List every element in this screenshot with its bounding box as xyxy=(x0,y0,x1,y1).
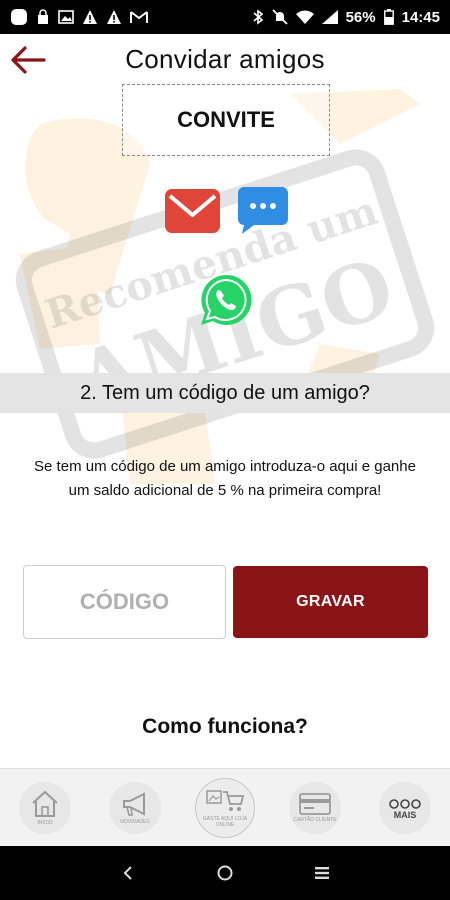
megaphone-icon xyxy=(123,791,145,816)
nav-label-home: INÍCIO xyxy=(37,819,53,826)
nav-item-news[interactable]: NOVIDADES xyxy=(100,781,170,834)
invite-label: CONVITE xyxy=(177,107,275,132)
card-icon xyxy=(299,792,331,815)
friend-code-input[interactable] xyxy=(23,565,226,639)
system-back-button[interactable] xyxy=(108,853,148,893)
system-home-button[interactable] xyxy=(205,853,245,893)
nav-item-more[interactable]: MAIS xyxy=(370,781,440,834)
invite-code-box[interactable]: CONVITE xyxy=(122,84,330,156)
share-sms-button[interactable] xyxy=(238,187,288,240)
nav-item-card[interactable]: CARTÃO CLIENTE xyxy=(280,781,350,834)
warning-icon-2 xyxy=(106,9,122,25)
nav-label-news: NOVIDADES xyxy=(120,818,150,825)
notification-bubble-icon xyxy=(10,8,28,26)
message-icon xyxy=(238,187,288,234)
clock: 14:45 xyxy=(401,8,440,26)
share-email-button[interactable] xyxy=(165,189,220,238)
back-button[interactable] xyxy=(8,40,48,80)
status-bar: 56% 14:45 xyxy=(0,0,450,34)
how-it-works-link[interactable]: Como funciona? xyxy=(0,715,450,739)
warning-icon xyxy=(82,9,98,25)
menu-lines-icon xyxy=(314,867,329,879)
nav-item-shop[interactable]: GASTE AQUI LOJA ONLINE xyxy=(190,777,260,838)
gmail-icon xyxy=(130,10,148,24)
nav-label-shop: GASTE AQUI LOJA ONLINE xyxy=(202,815,248,828)
wifi-icon xyxy=(295,10,314,24)
app-header: Convidar amigos xyxy=(0,34,450,84)
bottom-navigation: INÍCIO NOVIDADES GASTE AQUI LOJA ONLINE xyxy=(0,768,450,846)
bluetooth-icon xyxy=(252,9,264,25)
battery-icon xyxy=(383,9,394,25)
system-navigation-bar xyxy=(0,846,450,900)
chevron-left-icon xyxy=(123,866,133,880)
friend-code-description: Se tem um código de um amigo introduza-o… xyxy=(34,458,416,499)
signal-icon xyxy=(321,10,338,24)
circle-icon xyxy=(217,865,233,881)
section-heading-friend-code: 2. Tem um código de um amigo? xyxy=(0,373,450,413)
image-icon xyxy=(58,9,74,25)
email-icon xyxy=(165,189,220,233)
nav-label-card: CARTÃO CLIENTE xyxy=(293,816,337,823)
share-whatsapp-button[interactable] xyxy=(198,272,254,333)
page-title: Convidar amigos xyxy=(125,43,325,74)
home-icon xyxy=(32,790,58,817)
bag-icon xyxy=(36,9,50,25)
cart-icon xyxy=(206,789,245,811)
system-recents-button[interactable] xyxy=(302,853,342,893)
mute-icon xyxy=(271,9,288,25)
save-button[interactable]: GRAVAR xyxy=(233,566,428,638)
battery-percent: 56% xyxy=(345,8,376,26)
nav-label-more: MAIS xyxy=(393,809,417,820)
more-icon xyxy=(389,798,421,809)
arrow-left-icon xyxy=(11,46,46,74)
nav-item-home[interactable]: INÍCIO xyxy=(10,781,80,834)
whatsapp-icon xyxy=(201,274,252,325)
